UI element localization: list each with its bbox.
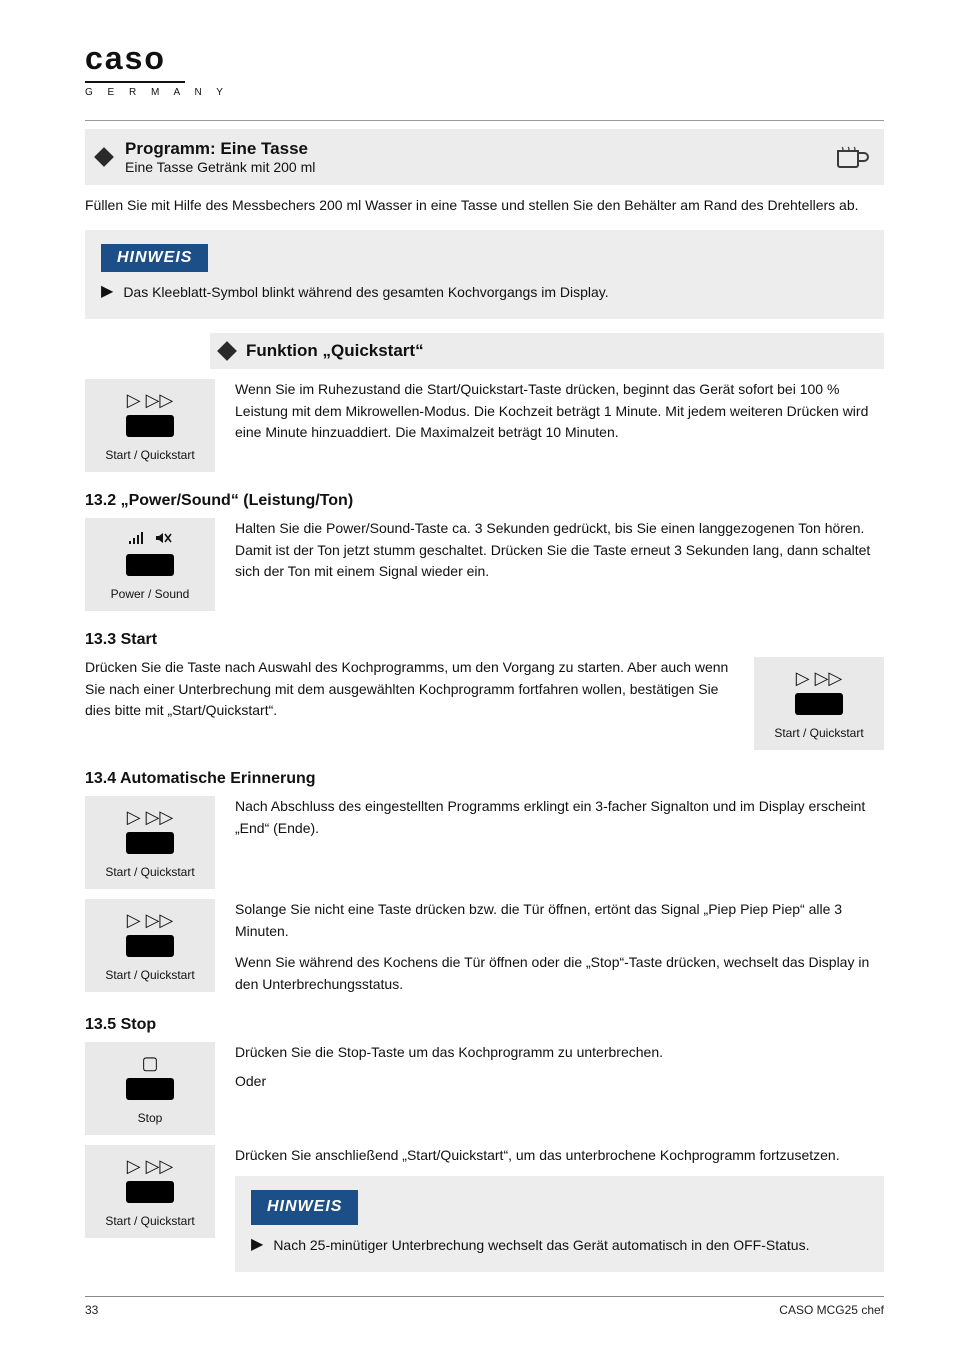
quickstart-text: Wenn Sie im Ruhezustand die Start/Quicks… <box>235 379 884 444</box>
key-display <box>126 1181 174 1203</box>
start-quickstart-key: ▷ ▷▷ Start / Quickstart <box>85 1145 215 1238</box>
power-sound-key: Power / Sound <box>85 518 215 611</box>
stop-text: Drücken Sie die Stop-Taste um das Kochpr… <box>235 1042 884 1064</box>
intro-text: Füllen Sie mit Hilfe des Messbechers 200… <box>85 195 884 216</box>
program-title: Programm: Eine Tasse <box>125 139 315 159</box>
auto-text-1: Nach Abschluss des eingestellten Program… <box>235 796 884 839</box>
start-row: Drücken Sie die Taste nach Auswahl des K… <box>85 657 884 750</box>
page-number: 33 <box>85 1303 98 1317</box>
note-text: Nach 25-minütiger Unterbrechung wechselt… <box>273 1235 809 1256</box>
mute-icon <box>154 530 172 548</box>
power-sound-heading: 13.2 „Power/Sound“ (Leistung/Ton) <box>85 492 884 510</box>
key-label: Start / Quickstart <box>93 865 207 879</box>
power-sound-row: Power / Sound Halten Sie die Power/Sound… <box>85 518 884 611</box>
stop-icon: ▢ <box>93 1054 207 1072</box>
stop-key: ▢ Stop <box>85 1042 215 1135</box>
key-display <box>126 1078 174 1100</box>
logo-divider <box>85 81 185 83</box>
play-icons: ▷ ▷▷ <box>93 808 207 826</box>
key-display <box>126 832 174 854</box>
key-label: Start / Quickstart <box>93 448 207 462</box>
stop-heading: 13.5 Stop <box>85 1016 884 1034</box>
key-label: Start / Quickstart <box>93 1214 207 1228</box>
start-quickstart-key: ▷ ▷▷ Start / Quickstart <box>85 796 215 889</box>
quickstart-row: ▷ ▷▷ Start / Quickstart Wenn Sie im Ruhe… <box>85 379 884 472</box>
key-display <box>795 693 843 715</box>
key-label: Start / Quickstart <box>762 726 876 740</box>
play-icons: ▷ ▷▷ <box>762 669 876 687</box>
logo-main: caso <box>85 40 884 77</box>
resume-text: Drücken Sie anschließend „Start/Quicksta… <box>235 1145 884 1167</box>
power-sound-text: Halten Sie die Power/Sound-Taste ca. 3 S… <box>235 518 884 583</box>
arrow-icon: ▶ <box>251 1235 263 1254</box>
resume-row: ▷ ▷▷ Start / Quickstart Drücken Sie ansc… <box>85 1145 884 1272</box>
program-band: Programm: Eine Tasse Eine Tasse Getränk … <box>85 129 884 185</box>
quickstart-title: Funktion „Quickstart“ <box>246 341 424 361</box>
start-text: Drücken Sie die Taste nach Auswahl des K… <box>85 657 734 722</box>
signal-icon <box>128 530 146 548</box>
program-subtitle: Eine Tasse Getränk mit 200 ml <box>125 159 315 175</box>
play-icons: ▷ ▷▷ <box>93 911 207 929</box>
hinweis-badge: HINWEIS <box>251 1190 358 1225</box>
auto-row-1: ▷ ▷▷ Start / Quickstart Nach Abschluss d… <box>85 796 884 889</box>
hinweis-badge: HINWEIS <box>101 244 208 272</box>
start-quickstart-key: ▷ ▷▷ Start / Quickstart <box>85 899 215 992</box>
page-divider <box>85 120 884 121</box>
note-box-1: HINWEIS ▶ Das Kleeblatt-Symbol blinkt wä… <box>85 230 884 319</box>
stop-row: ▢ Stop Drücken Sie die Stop-Taste um das… <box>85 1042 884 1135</box>
note-box-2: HINWEIS ▶ Nach 25-minütiger Unterbrechun… <box>235 1176 884 1272</box>
diamond-icon <box>94 147 114 167</box>
page-footer: 33 CASO MCG25 chef <box>85 1296 884 1317</box>
start-quickstart-key: ▷ ▷▷ Start / Quickstart <box>754 657 884 750</box>
auto-row-2: ▷ ▷▷ Start / Quickstart Solange Sie nich… <box>85 899 884 996</box>
key-display <box>126 415 174 437</box>
section-quickstart-header: Funktion „Quickstart“ <box>85 333 884 369</box>
or-label: Oder <box>235 1071 884 1092</box>
auto-heading: 13.4 Automatische Erinnerung <box>85 770 884 788</box>
auto-text-3: Wenn Sie während des Kochens die Tür öff… <box>235 952 884 995</box>
logo-sub: G E R M A N Y <box>85 87 884 98</box>
key-label: Power / Sound <box>93 587 207 601</box>
key-display <box>126 935 174 957</box>
start-heading: 13.3 Start <box>85 631 884 649</box>
arrow-icon: ▶ <box>101 282 113 301</box>
key-label: Start / Quickstart <box>93 968 207 982</box>
auto-text-2: Solange Sie nicht eine Taste drücken bzw… <box>235 899 884 942</box>
diamond-icon <box>217 341 237 361</box>
footer-title: CASO MCG25 chef <box>779 1303 884 1317</box>
play-icons: ▷ ▷▷ <box>93 391 207 409</box>
start-quickstart-key: ▷ ▷▷ Start / Quickstart <box>85 379 215 472</box>
key-display <box>126 554 174 576</box>
mug-icon <box>832 145 872 169</box>
brand-logo: caso G E R M A N Y <box>85 40 884 98</box>
note-text: Das Kleeblatt-Symbol blinkt während des … <box>123 282 608 303</box>
key-label: Stop <box>93 1111 207 1125</box>
play-icons: ▷ ▷▷ <box>93 1157 207 1175</box>
